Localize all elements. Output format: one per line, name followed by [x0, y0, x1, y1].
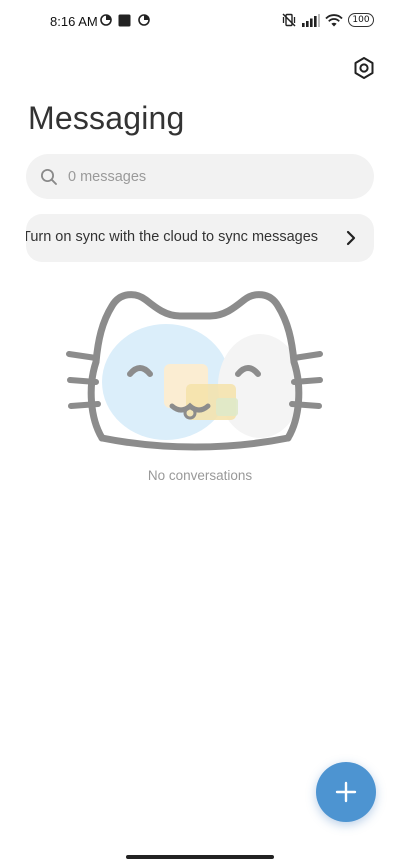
- battery-icon: 100: [348, 13, 374, 27]
- search-placeholder: 0 messages: [68, 168, 147, 185]
- plus-icon: [335, 781, 357, 803]
- stop-square-icon: [118, 14, 131, 27]
- chevron-right-icon: [346, 230, 356, 246]
- sync-banner-text: Turn on sync with the cloud to sync mess…: [26, 229, 319, 245]
- settings-icon[interactable]: [350, 54, 378, 82]
- status-time: 8:16 AM: [50, 14, 98, 29]
- data-saver-icon: [100, 14, 112, 26]
- new-message-button[interactable]: [316, 762, 376, 822]
- wifi-icon: [325, 13, 343, 26]
- search-input[interactable]: 0 messages: [26, 154, 374, 199]
- signal-icon: [302, 13, 320, 27]
- page-title: Messaging: [28, 100, 185, 136]
- vibrate-off-icon: [282, 13, 296, 27]
- home-indicator[interactable]: [126, 855, 274, 859]
- sync-banner[interactable]: Turn on sync with the cloud to sync mess…: [26, 214, 374, 262]
- empty-state-label: No conversations: [147, 468, 253, 483]
- battery-level: 100: [352, 15, 370, 25]
- status-bar: 8:16 AM 100: [0, 0, 400, 44]
- data-saver-icon: [138, 14, 150, 26]
- search-icon: [41, 168, 57, 185]
- cat-face-illustration: [66, 291, 323, 451]
